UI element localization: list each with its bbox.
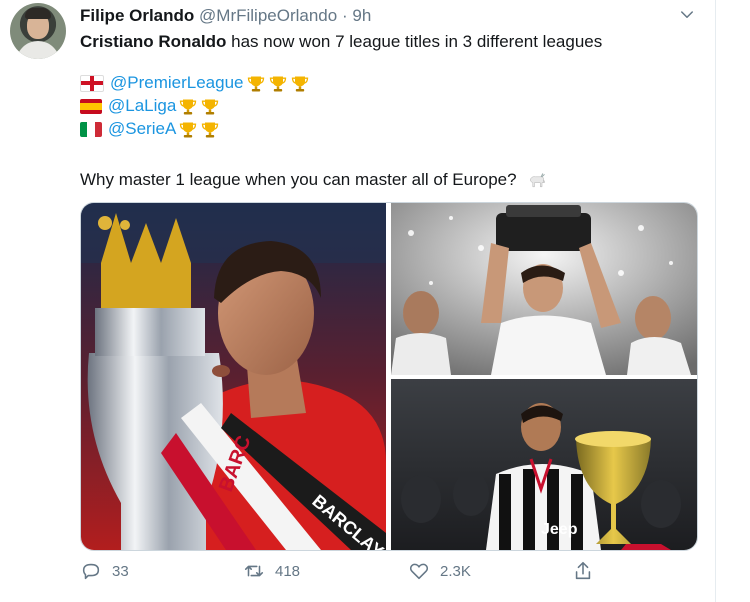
closing-text: Why master 1 league when you can master … <box>80 170 517 189</box>
tweet-header: Filipe Orlando @MrFilipeOrlando · 9h <box>80 6 371 26</box>
england-flag-icon <box>80 74 104 92</box>
trophy-group <box>176 119 220 140</box>
trophy-icon <box>180 99 197 115</box>
photo-laliga-celebration[interactable] <box>391 203 697 375</box>
trophy-icon <box>202 122 219 138</box>
sponsor-text: Jeep <box>541 521 578 538</box>
tweet-closing-line: Why master 1 league when you can master … <box>80 170 547 191</box>
like-count: 2.3K <box>440 562 471 580</box>
share-button[interactable] <box>572 560 604 582</box>
like-button[interactable]: 2.3K <box>408 560 471 582</box>
author-handle[interactable]: @MrFilipeOrlando <box>199 6 337 25</box>
trophy-icon <box>269 76 286 92</box>
mention-laliga[interactable]: @LaLiga <box>108 96 176 116</box>
chevron-down-icon[interactable] <box>678 6 696 24</box>
author-name[interactable]: Filipe Orlando <box>80 6 194 25</box>
trophy-icon <box>180 122 197 138</box>
tweet-text-line: Cristiano Ronaldo has now won 7 league t… <box>80 32 602 52</box>
photo-seriea-trophy[interactable]: Jeep <box>391 379 697 550</box>
retweet-icon <box>244 565 264 577</box>
reply-button[interactable]: 33 <box>80 560 129 582</box>
photo-trophy-kiss[interactable]: BARCLAYS BARC <box>81 203 386 550</box>
trophy-group <box>176 96 220 117</box>
mention-seriea[interactable]: @SerieA <box>108 119 176 139</box>
league-line-premier: @PremierLeague <box>80 73 310 94</box>
tweet-timestamp[interactable]: 9h <box>352 6 371 25</box>
retweet-button[interactable]: 418 <box>243 560 300 582</box>
trophy-icon <box>291 76 308 92</box>
avatar[interactable] <box>10 3 66 59</box>
mention-premier-league[interactable]: @PremierLeague <box>110 73 244 93</box>
league-line-laliga: @LaLiga <box>80 96 220 117</box>
heart-icon <box>409 563 429 580</box>
tweet-bold-name: Cristiano Ronaldo <box>80 32 227 51</box>
tweet-text-rest: has now won 7 league titles in 3 differe… <box>226 32 603 51</box>
reply-icon <box>82 563 100 580</box>
retweet-count: 418 <box>275 562 301 580</box>
trophy-icon <box>202 99 219 115</box>
tweet-actions: 33 418 2.3K <box>80 560 640 590</box>
header-separator: · <box>341 6 348 25</box>
tweet-card[interactable]: Filipe Orlando @MrFilipeOrlando · 9h Cri… <box>0 0 716 602</box>
share-icon <box>575 561 591 580</box>
trophy-icon <box>247 76 264 92</box>
goat-icon <box>530 172 546 187</box>
media-grid[interactable]: BARCLAYS BARC Jeep <box>80 202 698 551</box>
reply-count: 33 <box>112 562 129 580</box>
league-line-seriea: @SerieA <box>80 119 220 140</box>
spain-flag-icon <box>80 98 102 114</box>
trophy-group <box>244 73 310 94</box>
italy-flag-icon <box>80 121 102 137</box>
